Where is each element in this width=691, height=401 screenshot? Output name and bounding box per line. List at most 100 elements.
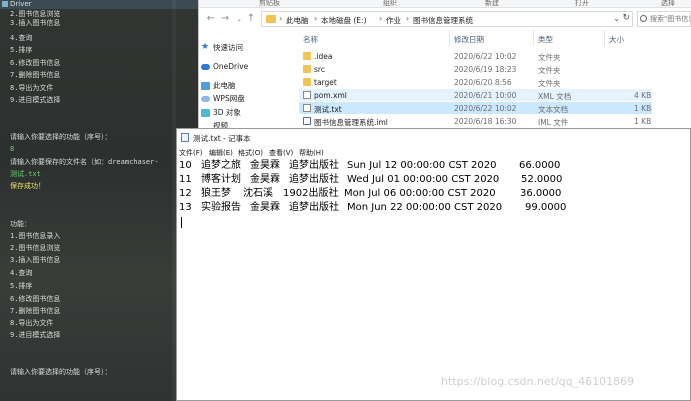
console-line: 8.导出为文件	[10, 84, 54, 92]
book-title: 追梦之旅	[201, 160, 241, 171]
console-line: 2.图书信息浏览	[10, 244, 61, 252]
nav-item-label: OneDrive	[213, 62, 249, 71]
column-header-date[interactable]: 修改日期	[454, 34, 484, 45]
chevron-right-icon[interactable]: ›	[279, 14, 282, 23]
notepad-menu-bar: 文件(F) 编辑(E) 格式(O) 查看(V) 帮助(H)	[177, 148, 690, 158]
nav-item-videos[interactable]: 视频	[213, 120, 228, 128]
folder-icon	[266, 15, 276, 23]
menu-edit[interactable]: 编辑(E)	[209, 148, 233, 158]
address-bar[interactable]: › 此电脑 › 本地磁盘 (E:) › 作业 › 图书信息管理系统 ⌄ ↻	[261, 11, 633, 27]
search-input[interactable]: 搜索"图书信息	[637, 11, 691, 27]
file-icon	[303, 91, 311, 99]
book-id: 11	[179, 174, 192, 185]
file-type: IML 文件	[538, 118, 569, 127]
book-date: Mon Jul 06 00:00:00 CST 2020	[344, 188, 496, 199]
file-row-selected[interactable]: 测试.txt 2020/6/22 10:02 文本文档 1 KB	[299, 102, 652, 114]
console-input-value: 测试.txt	[10, 170, 41, 178]
breadcrumb-homework[interactable]: 作业	[386, 15, 401, 26]
ribbon-group-new[interactable]: 新建	[485, 0, 499, 7]
book-id: 12	[179, 188, 192, 199]
chevron-right-icon[interactable]: ›	[379, 14, 382, 23]
book-date: Mon Jun 22 00:00:00 CST 2020	[347, 202, 503, 213]
file-type: 文件夹	[538, 79, 561, 88]
breadcrumb-this-pc[interactable]: 此电脑	[286, 15, 309, 26]
ribbon-group-select[interactable]: 选择	[661, 0, 675, 7]
console-line: 1.图书信息录入	[10, 232, 61, 240]
ribbon-group-organize[interactable]: 组织	[383, 0, 397, 7]
menu-format[interactable]: 格式(O)	[238, 148, 263, 158]
file-name: target	[314, 78, 337, 87]
refresh-icon[interactable]: ↻	[622, 13, 630, 23]
menu-file[interactable]: 文件(F)	[179, 148, 203, 158]
nav-item-wps-drive[interactable]: WPS网盘	[201, 93, 245, 105]
column-header-name[interactable]: 名称	[303, 34, 318, 45]
file-name: .idea	[314, 52, 333, 61]
book-date: Sun Jul 12 00:00:00 CST 2020	[347, 160, 497, 171]
book-author: 金昊霖	[250, 202, 280, 213]
nav-item-3d-objects[interactable]: 3D 对象	[201, 107, 241, 119]
file-list: 名称 修改日期 类型 大小 .idea 2020/6/22 10:02 文件夹 …	[299, 30, 691, 128]
text-line: 13 实验报告 金昊霖 追梦出版社 Mon Jun 22 00:00:00 CS…	[179, 201, 566, 215]
column-header-type[interactable]: 类型	[538, 34, 553, 45]
console-titlebar: Driver	[0, 0, 200, 9]
console-prompt: 请输入你要选择的功能（序号）：	[10, 368, 112, 376]
book-publisher: 1902出版社	[283, 188, 339, 199]
ribbon-group-open[interactable]: 打开	[575, 0, 589, 7]
console-icon	[2, 1, 8, 7]
book-date: Wed Jul 01 00:00:00 CST 2020	[347, 174, 500, 185]
column-divider[interactable]	[533, 30, 534, 46]
chevron-right-icon[interactable]: ›	[406, 14, 409, 23]
file-size: 1 KB	[634, 117, 652, 126]
console-line: 8.导出为文件	[10, 319, 54, 327]
search-icon	[640, 15, 647, 22]
file-list-header: 名称 修改日期 类型 大小	[299, 30, 691, 46]
breadcrumb-project[interactable]: 图书信息管理系统	[413, 15, 473, 26]
nav-item-label: 此电脑	[213, 81, 236, 90]
nav-item-quick-access[interactable]: ★ 快速访问	[201, 42, 243, 54]
breadcrumb-drive-e[interactable]: 本地磁盘 (E:)	[321, 15, 367, 26]
recent-dropdown-icon[interactable]: ⌄	[233, 12, 245, 26]
menu-view[interactable]: 查看(V)	[269, 148, 293, 158]
book-id: 10	[179, 160, 192, 171]
back-arrow-icon[interactable]: ←	[205, 12, 217, 26]
file-row[interactable]: 图书信息管理系统.iml 2020/6/18 16:30 IML 文件 1 KB	[299, 115, 652, 127]
forward-arrow-icon[interactable]: →	[219, 12, 231, 26]
up-arrow-icon[interactable]: ↑	[245, 12, 257, 26]
console-line: 9.进目模式选择	[10, 331, 61, 339]
console-line: 9.进目模式选择	[10, 96, 61, 104]
nav-item-this-pc[interactable]: 此电脑	[201, 80, 236, 92]
file-row[interactable]: target 2020/6/20 8:56 文件夹	[299, 76, 652, 88]
console-line: 3.插入图书信息	[10, 19, 61, 27]
column-divider[interactable]	[449, 30, 450, 46]
file-row[interactable]: .idea 2020/6/22 10:02 文件夹	[299, 50, 652, 62]
book-title: 博客计划	[201, 174, 241, 185]
file-size: 4 KB	[634, 91, 652, 100]
file-explorer-window: 剪贴板 组织 新建 打开 选择 ← → ⌄ ↑ › 此电脑 › 本地磁盘 (E:…	[198, 0, 691, 128]
book-author: 金昊霖	[250, 174, 280, 185]
console-prompt: 请输入你要选择的功能（序号）：	[10, 133, 112, 141]
chevron-down-icon[interactable]: ⌄	[613, 14, 620, 23]
text-line: 10 追梦之旅 金昊霖 追梦出版社 Sun Jul 12 00:00:00 CS…	[179, 159, 560, 173]
column-header-size[interactable]: 大小	[609, 34, 624, 45]
notepad-titlebar[interactable]: 测试.txt - 记事本	[177, 129, 690, 146]
file-row[interactable]: src 2020/6/19 18:23 文件夹	[299, 63, 652, 75]
book-publisher: 追梦出版社	[289, 174, 339, 185]
file-type: 文件夹	[538, 53, 561, 62]
file-name: 测试.txt	[314, 105, 342, 114]
file-date: 2020/6/19 18:23	[454, 65, 517, 74]
book-title: 狼王梦	[201, 188, 231, 199]
file-row[interactable]: pom.xml 2020/6/21 10:00 XML 文档 4 KB	[299, 89, 652, 101]
search-placeholder: 搜索"图书信息	[650, 15, 691, 23]
console-title-text: Driver	[10, 0, 32, 8]
iml-file-icon	[303, 117, 311, 125]
menu-help[interactable]: 帮助(H)	[299, 148, 324, 158]
text-caret	[181, 217, 182, 228]
console-line: 6.修改图书信息	[10, 59, 61, 67]
console-line: 4.查询	[10, 269, 33, 277]
ribbon-group-clipboard[interactable]: 剪贴板	[259, 0, 280, 7]
column-divider[interactable]	[604, 30, 605, 46]
chevron-right-icon[interactable]: ›	[314, 14, 317, 23]
book-price: 52.0000	[521, 174, 563, 185]
nav-item-onedrive[interactable]: OneDrive	[201, 61, 249, 73]
notepad-text-area[interactable]: 10 追梦之旅 金昊霖 追梦出版社 Sun Jul 12 00:00:00 CS…	[179, 159, 679, 399]
